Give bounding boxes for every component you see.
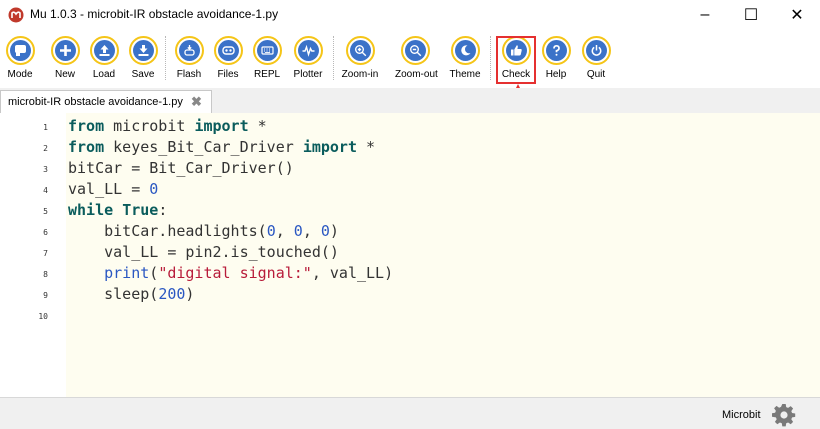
line-number: 1 — [43, 123, 48, 132]
repl-label: REPL — [253, 69, 281, 80]
flash-icon — [183, 45, 195, 56]
code-line: while True: — [68, 201, 168, 219]
tab-bar: microbit-IR obstacle avoidance-1.py ✖ — [0, 88, 820, 113]
gear-icon[interactable] — [772, 403, 796, 427]
plotter-label: Plotter — [293, 69, 323, 80]
line-number: 3 — [43, 165, 48, 174]
new-label: New — [54, 69, 75, 80]
tab-close-icon[interactable]: ✖ — [191, 94, 202, 110]
load-button[interactable]: Load — [84, 36, 124, 80]
zoom-out-label: Zoom-out — [395, 69, 438, 80]
code-line: val_LL = 0 — [68, 180, 159, 198]
mode-status: Microbit — [722, 409, 761, 421]
upload-icon — [99, 45, 109, 56]
toolbar: Mode New Load Save Flash Files REPL Plot… — [0, 30, 820, 88]
maximize-icon: ☐ — [743, 7, 759, 24]
mode-icon — [14, 45, 26, 56]
repl-button[interactable]: REPL — [247, 36, 287, 80]
status-bar: Microbit — [0, 397, 820, 429]
file-tab[interactable]: microbit-IR obstacle avoidance-1.py ✖ — [0, 90, 212, 113]
zoom-in-icon — [354, 45, 366, 57]
theme-label: Theme — [449, 69, 481, 80]
mode-button[interactable]: Mode — [0, 36, 40, 80]
save-label: Save — [131, 69, 155, 80]
plus-icon — [59, 45, 71, 56]
code-editor[interactable]: 1 2 3 4 5 6 7 8 9 10 from microbit impor… — [0, 113, 820, 397]
code-line: bitCar.headlights(0, 0, 0) — [68, 222, 339, 240]
line-number: 2 — [43, 144, 48, 153]
window-title: Mu 1.0.3 - microbit-IR obstacle avoidanc… — [30, 7, 279, 21]
quit-label: Quit — [586, 69, 606, 80]
line-number: 10 — [38, 312, 48, 321]
files-button[interactable]: Files — [208, 36, 248, 80]
power-icon — [591, 45, 601, 56]
toolbar-divider — [333, 36, 335, 80]
toolbar-divider — [490, 36, 492, 80]
zoom-in-label: Zoom-in — [341, 69, 379, 80]
theme-button[interactable]: Theme — [445, 36, 485, 80]
zoom-out-icon — [409, 45, 421, 57]
zoom-in-button[interactable]: Zoom-in — [340, 36, 380, 80]
line-number: 9 — [43, 291, 48, 300]
mu-logo-icon — [8, 7, 24, 23]
maximize-button[interactable]: ☐ — [728, 0, 774, 30]
keyboard-icon — [260, 46, 274, 55]
minimize-icon: – — [700, 6, 710, 23]
new-button[interactable]: New — [45, 36, 85, 80]
question-icon — [552, 44, 560, 56]
line-number: 5 — [43, 207, 48, 216]
code-line: from keyes_Bit_Car_Driver import * — [68, 138, 376, 156]
help-button[interactable]: Help — [536, 36, 576, 80]
files-icon — [221, 46, 235, 55]
line-number: 8 — [43, 270, 48, 279]
load-label: Load — [92, 69, 116, 80]
code-line: from microbit import * — [68, 117, 267, 135]
close-button[interactable]: ✕ — [774, 0, 820, 30]
minimize-button[interactable]: – — [682, 0, 728, 30]
quit-button[interactable]: Quit — [576, 36, 616, 80]
line-number: 4 — [43, 186, 48, 195]
title-bar: Mu 1.0.3 - microbit-IR obstacle avoidanc… — [0, 0, 820, 30]
check-highlight-box — [496, 36, 536, 84]
pulse-icon — [302, 44, 314, 57]
code-line: bitCar = Bit_Car_Driver() — [68, 159, 294, 177]
files-label: Files — [217, 69, 239, 80]
save-button[interactable]: Save — [123, 36, 163, 80]
download-icon — [138, 45, 148, 56]
code-line: val_LL = pin2.is_touched() — [68, 243, 339, 261]
flash-label: Flash — [176, 69, 202, 80]
plotter-button[interactable]: Plotter — [288, 36, 328, 80]
flash-button[interactable]: Flash — [169, 36, 209, 80]
code-line: print("digital signal:", val_LL) — [104, 264, 394, 282]
tab-label: microbit-IR obstacle avoidance-1.py — [8, 96, 183, 108]
help-label: Help — [545, 69, 567, 80]
line-number: 6 — [43, 228, 48, 237]
toolbar-divider — [165, 36, 167, 80]
zoom-out-button[interactable]: Zoom-out — [395, 36, 438, 80]
moon-icon — [460, 45, 470, 56]
line-number: 7 — [43, 249, 48, 258]
line-number-gutter: 1 2 3 4 5 6 7 8 9 10 — [0, 113, 66, 397]
close-icon: ✕ — [790, 7, 804, 24]
mode-label: Mode — [7, 69, 33, 80]
code-line: sleep(200) — [68, 285, 195, 303]
